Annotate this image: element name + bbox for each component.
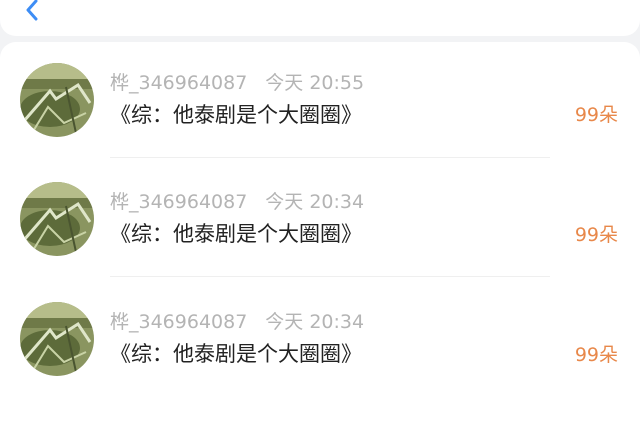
chevron-left-icon [26, 0, 38, 21]
list-item[interactable]: 桦_346964087 今天 20:55 《综：他泰剧是个大圈圈》 99朵 [0, 42, 640, 160]
avatar-image [20, 302, 94, 376]
username[interactable]: 桦_346964087 [110, 72, 247, 94]
reward-list: 桦_346964087 今天 20:55 《综：他泰剧是个大圈圈》 99朵 桦_3… [0, 42, 640, 422]
avatar[interactable] [20, 302, 94, 376]
book-title[interactable]: 《综：他泰剧是个大圈圈》 [110, 341, 362, 367]
reward-count: 99朵 [574, 224, 618, 246]
top-nav-bar [0, 0, 640, 36]
avatar[interactable] [20, 182, 94, 256]
username[interactable]: 桦_346964087 [110, 311, 247, 333]
reward-count: 99朵 [574, 344, 618, 366]
reward-count: 99朵 [574, 104, 618, 126]
item-meta: 桦_346964087 今天 20:34 [110, 191, 364, 213]
divider [110, 157, 550, 158]
timestamp: 今天 20:34 [265, 191, 365, 213]
avatar[interactable] [20, 63, 94, 137]
timestamp: 今天 20:55 [265, 72, 365, 94]
book-title[interactable]: 《综：他泰剧是个大圈圈》 [110, 221, 362, 247]
item-meta: 桦_346964087 今天 20:55 [110, 72, 364, 94]
book-title[interactable]: 《综：他泰剧是个大圈圈》 [110, 102, 362, 128]
username[interactable]: 桦_346964087 [110, 191, 247, 213]
timestamp: 今天 20:34 [265, 311, 365, 333]
divider [110, 276, 550, 277]
back-button[interactable] [18, 0, 48, 22]
avatar-image [20, 182, 94, 256]
list-item[interactable]: 桦_346964087 今天 20:34 《综：他泰剧是个大圈圈》 99朵 [0, 160, 640, 278]
list-item[interactable]: 桦_346964087 今天 20:34 《综：他泰剧是个大圈圈》 99朵 [0, 280, 640, 398]
avatar-image [20, 63, 94, 137]
item-meta: 桦_346964087 今天 20:34 [110, 311, 364, 333]
